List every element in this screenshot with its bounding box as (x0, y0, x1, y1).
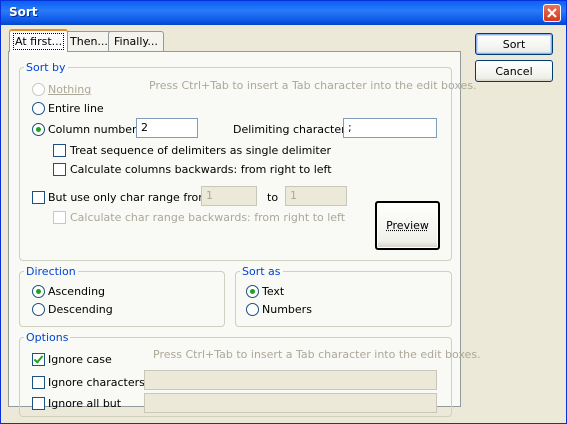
sort-by-legend: Sort by (26, 61, 66, 74)
column-number-input[interactable]: 2 (136, 118, 198, 138)
column-number-label: Column number (48, 123, 137, 136)
range-from-input[interactable]: 1 (201, 186, 257, 206)
char-range-backwards-checkbox[interactable] (53, 211, 66, 224)
sort-button-label: Sort (502, 37, 526, 51)
nothing-radio[interactable] (32, 83, 45, 96)
ignore-characters-checkbox[interactable] (32, 376, 45, 389)
delimiting-characters-label: Delimiting characters (233, 123, 352, 136)
descending-label: Descending (48, 303, 113, 316)
preview-button[interactable]: Preview (375, 201, 440, 250)
tab-label: Finally... (114, 35, 158, 48)
cancel-button[interactable]: Cancel (475, 60, 553, 82)
preview-label: Preview (386, 219, 429, 232)
tab-at-first[interactable]: At first... (9, 29, 69, 52)
ascending-radio[interactable] (32, 285, 45, 298)
ignore-characters-label: Ignore characters (48, 376, 145, 389)
range-to-label: to (267, 191, 279, 204)
treat-sequence-checkbox[interactable] (53, 144, 66, 157)
entire-line-radio[interactable] (32, 102, 45, 115)
tab-label: At first... (12, 33, 65, 50)
close-button[interactable] (543, 4, 561, 22)
text-radio[interactable] (246, 285, 259, 298)
tab-panel: Sort by Press Ctrl+Tab to insert a Tab c… (8, 51, 481, 417)
numbers-label: Numbers (262, 303, 312, 316)
window-title: Sort (9, 5, 38, 19)
ignore-all-but-input[interactable] (144, 393, 437, 413)
options-legend: Options (26, 331, 69, 344)
nothing-label: Nothing (48, 83, 92, 96)
direction-legend: Direction (26, 265, 76, 278)
char-range-checkbox[interactable] (32, 191, 45, 204)
tab-label: Then... (70, 35, 108, 48)
char-range-backwards-label: Calculate char range backwards: from rig… (70, 211, 346, 224)
entire-line-label: Entire line (48, 102, 104, 115)
sort-dialog: Sort At first... Then... Finally... Sort… (0, 0, 567, 424)
sort-by-hint: Press Ctrl+Tab to insert a Tab character… (149, 79, 477, 92)
sort-button[interactable]: Sort (475, 33, 553, 55)
ignore-all-but-checkbox[interactable] (32, 397, 45, 410)
char-range-label: But use only char range from (48, 191, 209, 204)
ignore-characters-input[interactable] (144, 370, 437, 390)
ignore-case-label: Ignore case (48, 353, 112, 366)
tab-finally[interactable]: Finally... (108, 31, 164, 51)
dialog-client: At first... Then... Finally... Sort by P… (1, 25, 566, 423)
text-label: Text (262, 285, 285, 298)
sort-as-legend: Sort as (242, 265, 281, 278)
options-hint: Press Ctrl+Tab to insert a Tab character… (153, 348, 481, 361)
treat-sequence-label: Treat sequence of delimiters as single d… (70, 144, 332, 157)
numbers-radio[interactable] (246, 303, 259, 316)
ascending-label: Ascending (48, 285, 106, 298)
cancel-button-label: Cancel (495, 64, 533, 78)
ignore-case-checkbox[interactable] (32, 353, 45, 366)
ignore-all-but-label: Ignore all but (48, 397, 122, 410)
column-number-radio[interactable] (32, 123, 45, 136)
title-bar[interactable]: Sort (1, 1, 566, 25)
range-to-input[interactable]: 1 (285, 186, 347, 206)
descending-radio[interactable] (32, 303, 45, 316)
calc-backwards-checkbox[interactable] (53, 163, 66, 176)
calc-backwards-label: Calculate columns backwards: from right … (70, 163, 332, 176)
delimiting-characters-input[interactable]: ; (343, 118, 437, 138)
close-icon (547, 8, 557, 18)
tab-then[interactable]: Then... (64, 31, 114, 51)
